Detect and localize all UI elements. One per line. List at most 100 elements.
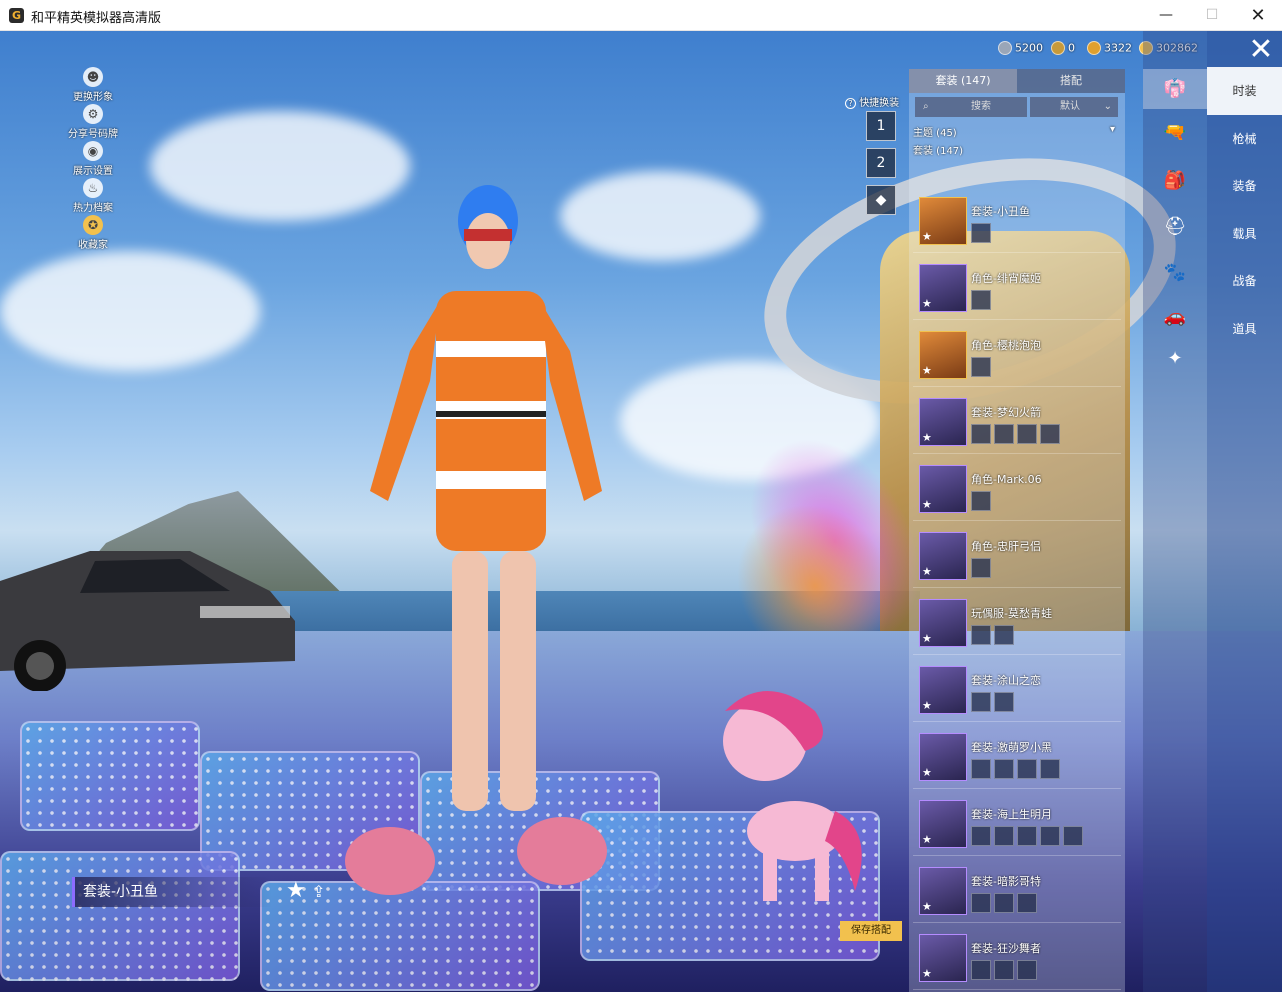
category-gear-icon[interactable]: 🎒 (1153, 161, 1197, 201)
chevron-down-icon: ▾ (1109, 124, 1115, 135)
outfit-part-icon[interactable] (1017, 893, 1037, 913)
outfit-part-icon[interactable] (994, 960, 1014, 980)
share-gear-icon: ⚙ (83, 104, 103, 124)
outfit-part-icon[interactable] (1017, 424, 1037, 444)
search-input[interactable]: ⌕ 搜索 (915, 97, 1027, 117)
outfit-list-item[interactable]: ★ 套装-小丑鱼 (913, 193, 1121, 253)
quick-swap-slot-3[interactable]: ◆ (866, 185, 896, 215)
app-icon: G (9, 8, 24, 23)
outfit-part-icon[interactable] (971, 357, 991, 377)
cloud (0, 251, 260, 371)
nav-vehicles[interactable]: 载具 (1207, 210, 1282, 258)
floor-tile (0, 851, 240, 981)
theme-label: 主题 (45) (913, 128, 957, 139)
category-pet-icon[interactable]: 🐾 (1153, 253, 1197, 293)
tab-outfits[interactable]: 套装 (147) (909, 69, 1017, 93)
silver-coin-icon (998, 41, 1012, 55)
star-icon: ★ (922, 900, 932, 913)
quick-swap-text: 快捷换装 (859, 98, 900, 109)
close-window-button[interactable]: ✕ (1235, 0, 1281, 31)
outfit-list-item[interactable]: ★ 套装-暗影哥特 (913, 863, 1121, 923)
minimize-button[interactable]: — (1143, 0, 1189, 31)
category-vehicle-icon[interactable]: 🚗 (1153, 297, 1197, 337)
category-icon-column: 👘 🔫 🎒 ⛑ 🐾 🚗 ✦ (1143, 31, 1207, 992)
outfit-part-icon[interactable] (971, 625, 991, 645)
category-emote-icon[interactable]: ✦ (1153, 339, 1197, 379)
outfit-part-icon[interactable] (994, 759, 1014, 779)
save-combo-button[interactable]: 保存搭配 (840, 921, 902, 941)
outfit-part-icon[interactable] (1040, 759, 1060, 779)
outfit-name: 角色-樱桃泡泡 (971, 339, 1041, 352)
outfit-list-item[interactable]: ★ 角色-忠肝弓侣 (913, 528, 1121, 588)
outfit-part-icon[interactable] (994, 692, 1014, 712)
outfit-part-icon[interactable] (1040, 826, 1060, 846)
nav-equipment[interactable]: 装备 (1207, 162, 1282, 210)
outfit-name: 套装-海上生明月 (971, 808, 1052, 821)
star-icon: ★ (922, 230, 932, 243)
outfit-list-item[interactable]: ★ 套装-激萌罗小黑 (913, 729, 1121, 789)
outfit-part-icon[interactable] (971, 491, 991, 511)
outfit-part-icon[interactable] (994, 424, 1014, 444)
outfit-list-item[interactable]: ★ 角色-绯宵魔姬 (913, 260, 1121, 320)
outfit-part-icon[interactable] (971, 558, 991, 578)
nav-fashion[interactable]: 时装 (1207, 67, 1282, 115)
outfit-list-item[interactable]: ★ 套装-涂山之恋 (913, 662, 1121, 722)
outfit-list-item[interactable]: ★ 玩偶服-莫愁青蛙 (913, 595, 1121, 655)
outfit-part-icon[interactable] (971, 223, 991, 243)
outfit-part-icon[interactable] (1040, 424, 1060, 444)
category-helmet-icon[interactable]: ⛑ (1153, 207, 1197, 247)
quick-swap-slot-2[interactable]: 2 (866, 148, 896, 178)
left-menu-label: 更换形象 (73, 92, 113, 103)
star-icon: ★ (922, 632, 932, 645)
outfit-thumbnail: ★ (919, 532, 967, 580)
star-icon: ★ (922, 565, 932, 578)
outfit-part-icon[interactable] (971, 692, 991, 712)
outfit-list-item[interactable]: ★ 角色-樱桃泡泡 (913, 327, 1121, 387)
quick-swap-slot-1[interactable]: 1 (866, 111, 896, 141)
outfit-part-icon[interactable] (1017, 759, 1037, 779)
outfit-list-item[interactable]: ★ 套装-梦幻火箭 (913, 394, 1121, 454)
outfit-parts (971, 692, 1017, 712)
sort-dropdown[interactable]: 默认 ⌄ (1030, 97, 1118, 117)
outfit-part-icon[interactable] (1017, 960, 1037, 980)
outfit-part-icon[interactable] (971, 893, 991, 913)
outfit-list-item[interactable]: ★ 角色-Mark.06 (913, 461, 1121, 521)
outfit-name: 套装-狂沙舞者 (971, 942, 1041, 955)
outfit-parts (971, 558, 994, 578)
left-menu-display-settings[interactable]: ◉ 展示设置 (60, 141, 126, 178)
theme-filter[interactable]: 主题 (45) ▾ (913, 124, 1119, 139)
outfit-part-icon[interactable] (971, 759, 991, 779)
outfit-part-icon[interactable] (971, 290, 991, 310)
left-menu-label: 分享号码牌 (68, 129, 118, 140)
outfit-part-icon[interactable] (971, 826, 991, 846)
outfit-part-icon[interactable] (994, 893, 1014, 913)
outfit-part-icon[interactable] (971, 960, 991, 980)
nav-firearms[interactable]: 枪械 (1207, 115, 1282, 163)
outfit-parts (971, 223, 994, 243)
currency-bronze: 0 (1051, 41, 1075, 57)
outfit-part-icon[interactable] (994, 826, 1014, 846)
outfit-list-item[interactable]: ★ 套装-海上生明月 (913, 796, 1121, 856)
left-menu-change-avatar[interactable]: ☻ 更换形象 (60, 67, 126, 104)
left-menu-heat-archive[interactable]: ♨ 热力档案 (60, 178, 126, 215)
maximize-button[interactable]: ☐ (1189, 0, 1235, 31)
outfit-part-icon[interactable] (1063, 826, 1083, 846)
favorite-star-icon[interactable]: ★ (286, 878, 306, 903)
nav-items[interactable]: 道具 (1207, 305, 1282, 353)
outfit-thumbnail: ★ (919, 800, 967, 848)
category-outfit-icon[interactable]: 👘 (1143, 69, 1207, 109)
badge-icon: ✪ (83, 215, 103, 235)
left-menu-collector[interactable]: ✪ 收藏家 (60, 215, 126, 252)
outfit-parts (971, 960, 1040, 980)
tab-combos[interactable]: 搭配 (1017, 69, 1125, 93)
outfit-part-icon[interactable] (1017, 826, 1037, 846)
help-icon[interactable]: ? (845, 98, 856, 109)
outfit-list-item[interactable]: ★ 套装-狂沙舞者 (913, 930, 1121, 990)
nav-battle-prep[interactable]: 战备 (1207, 257, 1282, 305)
share-icon[interactable]: ⇪ (312, 882, 325, 901)
left-menu-share-plate[interactable]: ⚙ 分享号码牌 (60, 104, 126, 141)
close-icon[interactable]: ✕ (1246, 35, 1276, 65)
outfit-part-icon[interactable] (994, 625, 1014, 645)
category-gun-icon[interactable]: 🔫 (1153, 113, 1197, 153)
outfit-part-icon[interactable] (971, 424, 991, 444)
